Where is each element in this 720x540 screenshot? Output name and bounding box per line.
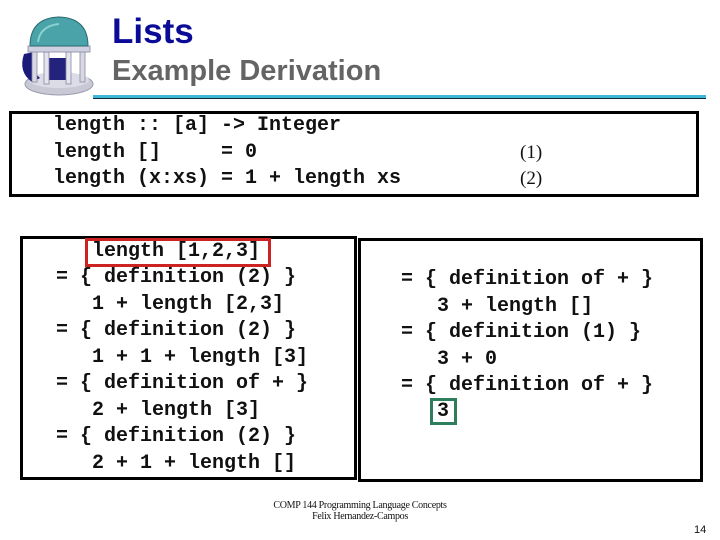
derivation-step: = { definition of + } [401,374,654,397]
equation-ref: (1) [520,141,543,163]
derivation-step: 3 + 0 [401,347,498,371]
derivation-step: 1 + length [2,3] [56,292,285,316]
definition-line: length [] = 0 [53,140,258,164]
derivation-step: = { definition (2) } [56,266,297,289]
equation-ref: (2) [520,168,543,189]
slide-title: Lists [112,12,194,51]
derivation-step: = { definition (2) } [56,425,297,448]
derivation-step: = { definition of + } [401,268,654,291]
slide-subtitle: Example Derivation [112,55,382,87]
derivation-step: = { definition of + } [56,372,309,395]
page-number: 14 [694,524,707,536]
definition-line: length (x:xs) = 1 + length xs [53,167,402,190]
derivation-step: 2 + length [3] [56,398,261,422]
start-expression: length [1,2,3] [92,240,261,263]
derivation-step: 1 + 1 + length [3] [56,345,309,369]
footer-author: Felix Hernandez-Campos [312,511,408,522]
derivation-step: 2 + 1 + length [] [56,451,297,475]
result-value: 3 [437,400,450,423]
derivation-step: 3 + length [] [401,294,594,318]
old-well-logo-icon [22,16,94,96]
derivation-step: = { definition (2) } [56,319,297,342]
title-underline [93,95,706,99]
derivation-step: = { definition (1) } [401,321,642,344]
definition-line: length :: [a] -> Integer [53,114,342,137]
